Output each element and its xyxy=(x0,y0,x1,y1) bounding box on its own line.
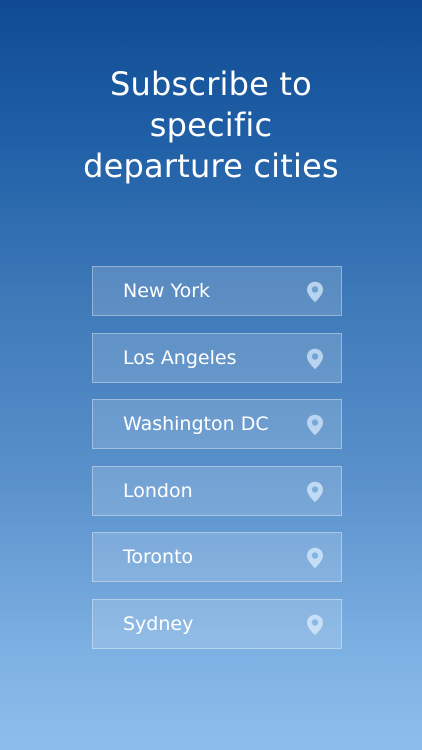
page-title-line-3: departure cities xyxy=(83,147,339,185)
location-pin-icon xyxy=(307,414,323,436)
city-label: Toronto xyxy=(123,546,194,569)
page-title-line-1: Subscribe to xyxy=(110,65,312,103)
location-pin-icon xyxy=(307,481,323,502)
city-label: Washington DC xyxy=(123,413,269,436)
page-title-line-2: specific xyxy=(149,106,273,144)
location-pin-icon xyxy=(307,348,323,369)
city-option-los-angeles[interactable]: Los Angeles xyxy=(92,332,342,383)
city-label: London xyxy=(123,479,193,502)
city-option-washington-dc[interactable]: Washington DC xyxy=(92,399,342,450)
city-option-toronto[interactable]: Toronto xyxy=(92,532,342,583)
city-option-sydney[interactable]: Sydney xyxy=(92,598,342,649)
city-list: New York Los Angeles Washington DC Londo… xyxy=(92,266,342,666)
page-title: Subscribe to specific departure cities xyxy=(0,64,422,187)
subscribe-screen: Subscribe to specific departure cities N… xyxy=(0,0,422,750)
city-label: Los Angeles xyxy=(123,346,237,369)
location-pin-icon xyxy=(307,548,323,569)
location-pin-icon xyxy=(307,281,323,303)
city-label: Sydney xyxy=(123,612,194,635)
city-label: New York xyxy=(123,280,211,302)
location-pin-icon xyxy=(307,614,323,636)
city-option-london[interactable]: London xyxy=(92,465,342,516)
city-option-new-york[interactable]: New York xyxy=(92,266,342,316)
